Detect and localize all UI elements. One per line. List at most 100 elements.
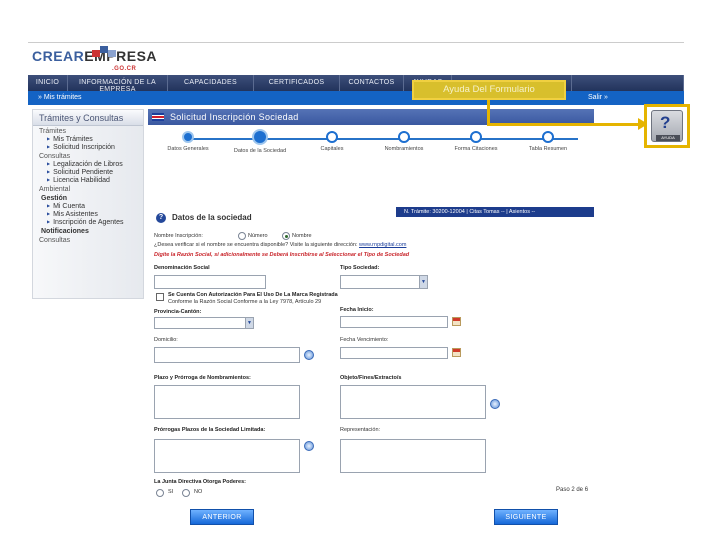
wizard-step[interactable]: Forma Citaciones bbox=[446, 131, 506, 153]
wizard-step[interactable]: Datos de la Sociedad bbox=[230, 129, 290, 155]
nav-item[interactable] bbox=[572, 75, 684, 91]
tramite-bar: N. Trámite: 30200-12004 | Citas Tomas --… bbox=[396, 207, 594, 217]
sidebar-item: Consultas bbox=[39, 237, 71, 244]
prorroga-textarea[interactable] bbox=[154, 439, 300, 473]
wizard-step[interactable]: Datos Generales bbox=[158, 131, 218, 153]
sidebar-item[interactable]: Mis Asistentes bbox=[33, 210, 143, 218]
wizard-step[interactable]: Nombramientos bbox=[374, 131, 434, 153]
autorizacion-checkbox[interactable] bbox=[156, 293, 164, 301]
objeto-textarea[interactable] bbox=[340, 385, 486, 419]
junta-label: La Junta Directiva Otorga Poderes: bbox=[154, 479, 246, 485]
help-icon[interactable]: ? AYUDA bbox=[651, 110, 683, 142]
chevron-down-icon: ▼ bbox=[419, 276, 427, 288]
step-dot bbox=[398, 131, 410, 143]
check-line1: Se Cuenta Con Autorización Para El Uso D… bbox=[168, 292, 338, 298]
plazo-textarea[interactable] bbox=[154, 385, 300, 419]
wizard-icon[interactable] bbox=[304, 350, 314, 360]
wizard-step[interactable]: Tabla Resumen bbox=[518, 131, 578, 153]
sidebar-item[interactable]: Solicitud Pendiente bbox=[33, 168, 143, 176]
help-callout: Ayuda Del Formulario bbox=[412, 80, 566, 100]
nombre-label: Nombre Inscripción: bbox=[154, 233, 203, 239]
prev-button[interactable]: ANTERIOR bbox=[190, 509, 254, 525]
radio-nombre[interactable] bbox=[282, 232, 290, 240]
radio-si[interactable] bbox=[156, 489, 164, 497]
objeto-label: Objeto/Fines/Extracto/s bbox=[340, 375, 402, 381]
sidebar: Trámites y Consultas TrámitesMis Trámite… bbox=[32, 109, 144, 299]
fecha-venc-label: Fecha Vencimiento: bbox=[340, 337, 389, 343]
fecha-inicio-input[interactable] bbox=[340, 316, 448, 328]
tipo-label: Tipo Sociedad: bbox=[340, 265, 380, 271]
wizard-step[interactable]: Capitales bbox=[302, 131, 362, 153]
step-dot bbox=[182, 131, 194, 143]
app-window: CREAREMPRESA .GO.CR INICIO INFORMACIÓN DE… bbox=[28, 42, 684, 525]
sidebar-item: Consultas bbox=[39, 153, 71, 160]
step-label: Capitales bbox=[320, 146, 344, 152]
sidebar-item[interactable]: Solicitud Inscripción bbox=[33, 143, 143, 151]
step-dot bbox=[326, 131, 338, 143]
header: CREAREMPRESA .GO.CR bbox=[28, 43, 684, 75]
representacion-textarea[interactable] bbox=[340, 439, 486, 473]
calendar-icon[interactable] bbox=[452, 317, 461, 326]
fecha-venc-input[interactable] bbox=[340, 347, 448, 359]
wizard-icon[interactable] bbox=[304, 441, 314, 451]
help-caption: AYUDA bbox=[656, 135, 680, 141]
chevron-down-icon: ▼ bbox=[245, 318, 253, 328]
next-button[interactable]: SIGUIENTE bbox=[494, 509, 558, 525]
calendar-icon[interactable] bbox=[452, 348, 461, 357]
step-label: Datos Generales bbox=[167, 146, 209, 152]
logo[interactable]: CREAREMPRESA .GO.CR bbox=[32, 46, 157, 72]
nav-item[interactable]: CERTIFICADOS bbox=[254, 75, 340, 91]
provincia-select[interactable]: ▼ bbox=[154, 317, 254, 329]
radio-numero-label: Número bbox=[248, 233, 268, 239]
sidebar-item: Gestión bbox=[41, 195, 68, 202]
sidebar-item[interactable]: Mis Trámites bbox=[33, 135, 143, 143]
plazo-label: Plazo y Prórroga de Nombramientos: bbox=[154, 375, 251, 381]
step-counter: Paso 2 de 6 bbox=[556, 487, 589, 493]
domicilio-input[interactable] bbox=[154, 347, 300, 363]
denominacion-input[interactable] bbox=[154, 275, 266, 289]
verify-text: ¿Desea verificar si el nombre se encuent… bbox=[154, 242, 406, 248]
domicilio-label: Domicilio: bbox=[154, 337, 178, 343]
sidebar-item[interactable]: Licencia Habilidad bbox=[33, 176, 143, 184]
step-label: Nombramientos bbox=[384, 146, 424, 152]
flag-icon bbox=[152, 113, 164, 121]
nav-item[interactable]: INFORMACIÓN DE LA EMPRESA bbox=[68, 75, 168, 93]
logo-sub: .GO.CR bbox=[112, 66, 137, 72]
check-line2: Conforme la Razón Social Conforme a la L… bbox=[168, 299, 322, 305]
logo-cubes-icon bbox=[90, 44, 120, 58]
rnp-link[interactable]: www.rnpdigital.com bbox=[359, 242, 406, 248]
step-dot bbox=[470, 131, 482, 143]
fecha-inicio-label: Fecha Inicio: bbox=[340, 307, 374, 313]
wizard-steps: Datos Generales Datos de la Sociedad Capit… bbox=[148, 127, 594, 171]
denominacion-label: Denominación Social bbox=[154, 265, 210, 271]
step-label: Forma Citaciones bbox=[454, 146, 498, 152]
breadcrumb[interactable]: » Mis trámites bbox=[38, 94, 82, 101]
main-nav: INICIO INFORMACIÓN DE LA EMPRESA CAPACIDAD… bbox=[28, 75, 684, 93]
step-label: Tabla Resumen bbox=[528, 146, 568, 152]
radio-si-label: SI bbox=[168, 489, 174, 495]
nav-item[interactable]: CAPACIDADES bbox=[168, 75, 254, 91]
radio-no-label: NO bbox=[194, 489, 203, 495]
sidebar-item[interactable]: Inscripción de Agentes bbox=[33, 218, 143, 226]
tipo-select[interactable]: ▼ bbox=[340, 275, 428, 289]
wizard-icon[interactable] bbox=[490, 399, 500, 409]
representacion-label: Representación: bbox=[340, 427, 381, 433]
sidebar-item: Ambiental bbox=[39, 186, 71, 193]
panel-title: Solicitud Inscripción Sociedad bbox=[170, 112, 299, 122]
callout-line bbox=[487, 100, 490, 125]
nav-item[interactable]: INICIO bbox=[28, 75, 68, 91]
radio-numero[interactable] bbox=[238, 232, 246, 240]
sidebar-item[interactable]: Mi Cuenta bbox=[33, 202, 143, 210]
radio-no[interactable] bbox=[182, 489, 190, 497]
red-note: Digite la Razón Social, si adicionalment… bbox=[154, 252, 410, 258]
nav-item[interactable]: CONTACTOS bbox=[340, 75, 404, 91]
logout-link[interactable]: Salir » bbox=[588, 94, 608, 101]
step-dot bbox=[252, 129, 268, 145]
sidebar-title: Trámites y Consultas bbox=[33, 110, 143, 126]
sidebar-item[interactable]: Legalización de Libros bbox=[33, 160, 143, 168]
prorroga-label: Prórrogas Plazos de la Sociedad Limitada… bbox=[154, 427, 266, 433]
provincia-label: Provincia-Cantón: bbox=[154, 309, 202, 315]
logo-part1: CREAR bbox=[32, 48, 85, 64]
section-help-icon[interactable]: ? bbox=[156, 213, 166, 223]
sidebar-item: Trámites bbox=[39, 128, 66, 135]
